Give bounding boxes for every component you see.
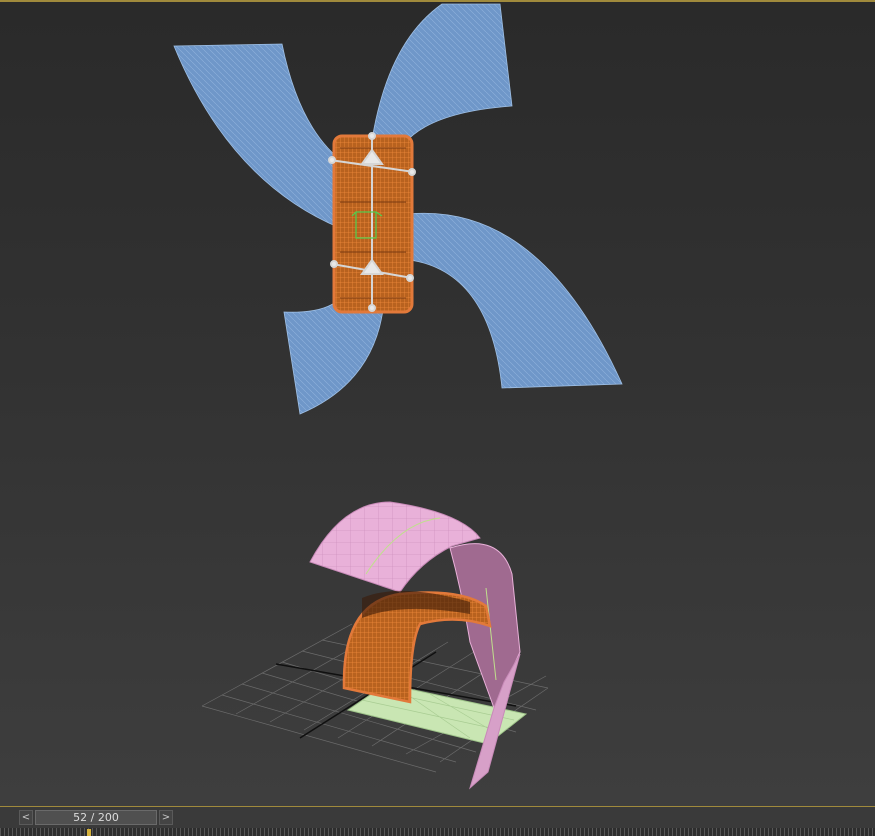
time-slider-thumb[interactable]: 52 / 200 — [35, 810, 157, 825]
track-bar-ticks — [0, 828, 875, 836]
max-viewport-app: < 52 / 200 > — [0, 0, 875, 836]
track-bar[interactable] — [0, 828, 875, 836]
orange-panel-selected[interactable] — [328, 132, 416, 314]
time-slider[interactable]: < 52 / 200 > — [0, 806, 875, 828]
current-frame-marker[interactable] — [87, 829, 91, 836]
perspective-viewport[interactable] — [0, 0, 875, 806]
next-frame-button[interactable]: > — [159, 810, 173, 825]
prev-frame-button[interactable]: < — [19, 810, 33, 825]
viewport-scene[interactable] — [0, 2, 875, 806]
orange-arch-selected[interactable] — [342, 590, 492, 704]
